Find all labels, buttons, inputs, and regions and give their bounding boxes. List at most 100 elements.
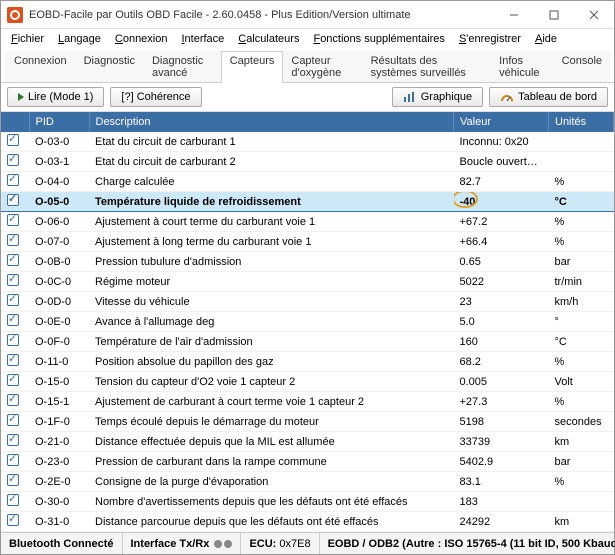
cell-desc: Pression tubulure d'admission bbox=[89, 252, 454, 272]
menu-langage[interactable]: Langage bbox=[52, 31, 107, 47]
table-row[interactable]: O-04-0Charge calculée82.7% bbox=[1, 172, 614, 192]
coherence-button-label: [?] Cohérence bbox=[121, 91, 190, 103]
row-checkbox[interactable] bbox=[7, 494, 19, 506]
cell-desc: Etat du circuit de carburant 2 bbox=[89, 152, 454, 172]
table-row[interactable]: O-11-0Position absolue du papillon des g… bbox=[1, 352, 614, 372]
cell-value: 0.005 bbox=[454, 372, 549, 392]
table-row[interactable]: O-1F-0Temps écoulé depuis le démarrage d… bbox=[1, 412, 614, 432]
row-checkbox[interactable] bbox=[7, 294, 19, 306]
cell-desc: Pression barométrique bbox=[89, 532, 454, 533]
row-checkbox[interactable] bbox=[7, 374, 19, 386]
cell-unit: km bbox=[549, 432, 614, 452]
table-row[interactable]: O-03-1Etat du circuit de carburant 2Bouc… bbox=[1, 152, 614, 172]
tab-diagnostic-avanc-[interactable]: Diagnostic avancé bbox=[143, 51, 222, 82]
cell-value: 68.2 bbox=[454, 352, 549, 372]
cell-value: +27.3 bbox=[454, 392, 549, 412]
table-row[interactable]: O-0F-0Température de l'air d'admission16… bbox=[1, 332, 614, 352]
tab-console[interactable]: Console bbox=[553, 51, 611, 82]
row-checkbox[interactable] bbox=[7, 174, 19, 186]
col-desc[interactable]: Description bbox=[89, 112, 454, 132]
row-checkbox[interactable] bbox=[7, 334, 19, 346]
cell-pid: O-30-0 bbox=[29, 492, 89, 512]
cell-pid: O-06-0 bbox=[29, 212, 89, 232]
table-row[interactable]: O-15-0Tension du capteur d'O2 voie 1 cap… bbox=[1, 372, 614, 392]
row-checkbox[interactable] bbox=[7, 394, 19, 406]
cell-desc: Temps écoulé depuis le démarrage du mote… bbox=[89, 412, 454, 432]
row-checkbox[interactable] bbox=[7, 514, 19, 526]
maximize-button[interactable] bbox=[534, 1, 574, 29]
titlebar: EOBD-Facile par Outils OBD Facile - 2.60… bbox=[1, 1, 614, 29]
menu-interface[interactable]: Interface bbox=[175, 31, 230, 47]
cell-unit: % bbox=[549, 392, 614, 412]
dashboard-button[interactable]: Tableau de bord bbox=[489, 87, 608, 107]
cell-unit: % bbox=[549, 212, 614, 232]
table-row[interactable]: O-15-1Ajustement de carburant à court te… bbox=[1, 392, 614, 412]
table-row[interactable]: O-31-0Distance parcourue depuis que les … bbox=[1, 512, 614, 532]
menu-calculateurs[interactable]: Calculateurs bbox=[232, 31, 305, 47]
table-row[interactable]: O-23-0Pression de carburant dans la ramp… bbox=[1, 452, 614, 472]
tab-bar: ConnexionDiagnosticDiagnostic avancéCapt… bbox=[1, 49, 614, 83]
row-checkbox[interactable] bbox=[7, 314, 19, 326]
col-pid[interactable]: PID bbox=[29, 112, 89, 132]
row-checkbox[interactable] bbox=[7, 134, 19, 146]
menu-fichier[interactable]: Fichier bbox=[5, 31, 50, 47]
cell-value: +67.2 bbox=[454, 212, 549, 232]
table-row[interactable]: O-0D-0Vitesse du véhicule23km/h bbox=[1, 292, 614, 312]
cell-value: 82.7 bbox=[454, 172, 549, 192]
row-checkbox[interactable] bbox=[7, 254, 19, 266]
table-row[interactable]: O-07-0Ajustement à long terme du carbura… bbox=[1, 232, 614, 252]
status-bluetooth: Bluetooth Connecté bbox=[1, 533, 123, 554]
read-button[interactable]: Lire (Mode 1) bbox=[7, 87, 104, 107]
row-checkbox[interactable] bbox=[7, 154, 19, 166]
cell-desc: Pression de carburant dans la rampe comm… bbox=[89, 452, 454, 472]
col-value[interactable]: Valeur bbox=[454, 112, 549, 132]
menu-aide[interactable]: Aide bbox=[529, 31, 563, 47]
menu-s'enregistrer[interactable]: S'enregistrer bbox=[453, 31, 527, 47]
table-row[interactable]: O-0B-0Pression tubulure d'admission0.65b… bbox=[1, 252, 614, 272]
col-units[interactable]: Unités bbox=[549, 112, 614, 132]
table-row[interactable]: O-30-0Nombre d'avertissements depuis que… bbox=[1, 492, 614, 512]
cell-unit: ° bbox=[549, 312, 614, 332]
row-checkbox[interactable] bbox=[7, 214, 19, 226]
row-checkbox[interactable] bbox=[7, 194, 19, 206]
table-row[interactable]: O-03-0Etat du circuit de carburant 1Inco… bbox=[1, 132, 614, 152]
tab-diagnostic[interactable]: Diagnostic bbox=[75, 51, 144, 82]
row-checkbox[interactable] bbox=[7, 474, 19, 486]
cell-desc: Consigne de la purge d'évaporation bbox=[89, 472, 454, 492]
minimize-button[interactable] bbox=[494, 1, 534, 29]
row-checkbox[interactable] bbox=[7, 434, 19, 446]
statusbar: Bluetooth Connecté Interface Tx/Rx ECU: … bbox=[1, 532, 614, 554]
graph-button-label: Graphique bbox=[421, 91, 472, 103]
table-row[interactable]: O-0C-0Régime moteur5022tr/min bbox=[1, 272, 614, 292]
tab-capteur-d-oxyg-ne[interactable]: Capteur d'oxygène bbox=[282, 51, 362, 82]
cell-desc: Température de l'air d'admission bbox=[89, 332, 454, 352]
sensor-grid-scroll[interactable]: PID Description Valeur Unités O-03-0Etat… bbox=[1, 112, 614, 532]
cell-unit: Volt bbox=[549, 372, 614, 392]
cell-value: -40 bbox=[454, 192, 549, 212]
cell-unit: secondes bbox=[549, 412, 614, 432]
app-icon bbox=[7, 7, 23, 23]
menu-fonctions supplémentaires[interactable]: Fonctions supplémentaires bbox=[307, 31, 450, 47]
graph-button[interactable]: Graphique bbox=[392, 87, 483, 107]
table-row[interactable]: O-05-0Température liquide de refroidisse… bbox=[1, 192, 614, 212]
menu-connexion[interactable]: Connexion bbox=[109, 31, 174, 47]
tab-capteurs[interactable]: Capteurs bbox=[221, 51, 284, 82]
tab-infos-v-hicule[interactable]: Infos véhicule bbox=[490, 51, 553, 82]
coherence-button[interactable]: [?] Cohérence bbox=[110, 87, 201, 107]
table-row[interactable]: O-2E-0Consigne de la purge d'évaporation… bbox=[1, 472, 614, 492]
row-checkbox[interactable] bbox=[7, 414, 19, 426]
table-row[interactable]: O-21-0Distance effectuée depuis que la M… bbox=[1, 432, 614, 452]
col-check[interactable] bbox=[1, 112, 29, 132]
row-checkbox[interactable] bbox=[7, 274, 19, 286]
table-row[interactable]: O-0E-0Avance à l'allumage deg5.0° bbox=[1, 312, 614, 332]
row-checkbox[interactable] bbox=[7, 354, 19, 366]
table-row[interactable]: O-06-0Ajustement à court terme du carbur… bbox=[1, 212, 614, 232]
tab-r-sultats-des-syst-mes-surveill-s[interactable]: Résultats des systèmes surveillés bbox=[362, 51, 492, 82]
cell-value: 33739 bbox=[454, 432, 549, 452]
tab-connexion[interactable]: Connexion bbox=[5, 51, 76, 82]
row-checkbox[interactable] bbox=[7, 234, 19, 246]
window-title: EOBD-Facile par Outils OBD Facile - 2.60… bbox=[29, 9, 494, 21]
close-button[interactable] bbox=[574, 1, 614, 29]
table-row[interactable]: O-33-0Pression barométrique0.33bar bbox=[1, 532, 614, 533]
row-checkbox[interactable] bbox=[7, 454, 19, 466]
